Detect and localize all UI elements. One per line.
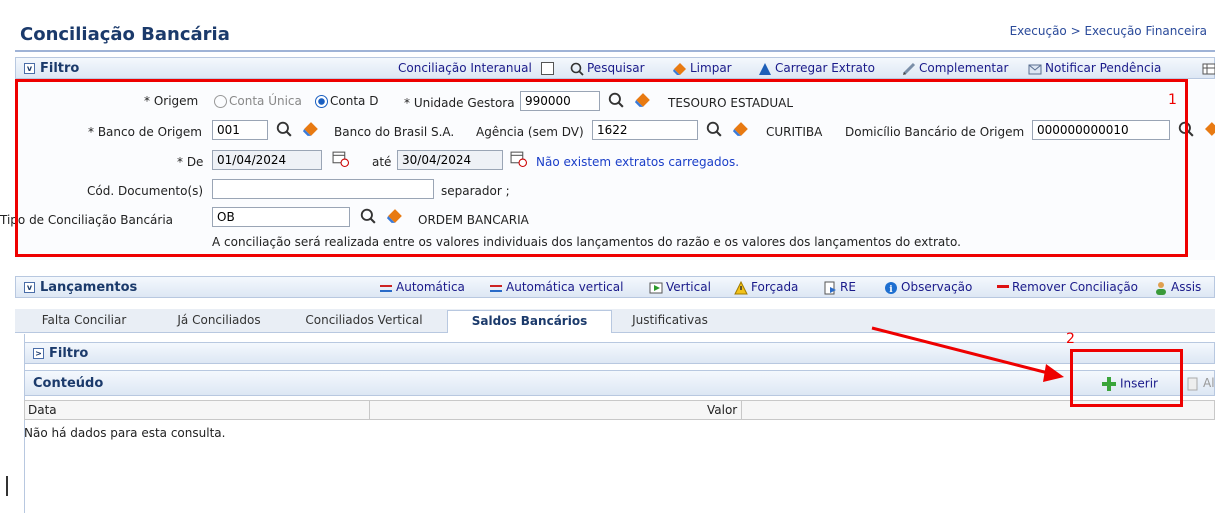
grid-arrow-icon (649, 282, 663, 293)
upload-icon (759, 62, 771, 75)
automatica-vertical-label: Automática vertical (506, 280, 624, 294)
chevron-down-icon: v (24, 282, 35, 293)
alter-button[interactable]: Al (1186, 376, 1215, 391)
automatica-button[interactable]: Automática (379, 280, 465, 295)
remover-conciliacao-button[interactable]: Remover Conciliação (997, 280, 1138, 294)
load-statement-button[interactable]: Carregar Extrato (758, 61, 875, 76)
alter-label: Al (1203, 376, 1215, 390)
notify-label: Notificar Pendência (1045, 61, 1162, 75)
automatica-label: Automática (396, 280, 465, 294)
empty-table-message: Não há dados para esta consulta. (24, 426, 226, 440)
column-divider (741, 401, 742, 419)
annotation-box-1 (15, 79, 1188, 257)
link-arrows-icon (380, 284, 392, 292)
filter-bar-label: Filtro (40, 61, 80, 76)
resize-handle[interactable] (6, 476, 8, 496)
lancamentos-toggle[interactable]: v Lançamentos (24, 280, 137, 295)
document-arrow-icon (824, 281, 836, 294)
re-button[interactable]: RE (823, 280, 856, 295)
vertical-button[interactable]: Vertical (649, 280, 711, 295)
tab-ja-conciliados[interactable]: Já Conciliados (158, 310, 280, 333)
search-label: Pesquisar (587, 61, 645, 75)
eraser-icon[interactable] (1203, 121, 1215, 137)
column-header-data[interactable]: Data (28, 403, 57, 417)
filter-toggle[interactable]: v Filtro (24, 61, 79, 76)
search-icon (570, 62, 584, 76)
conteudo-label: Conteúdo (33, 376, 104, 391)
complement-label: Complementar (919, 61, 1009, 75)
assis-label: Assis (1171, 280, 1202, 294)
vertical-label: Vertical (666, 280, 711, 294)
interanual-label: Conciliação Interanual (398, 61, 532, 75)
sub-filter-label: Filtro (49, 346, 89, 361)
lancamentos-label: Lançamentos (40, 280, 138, 295)
complement-button[interactable]: Complementar (902, 61, 1008, 76)
interanual-toggle[interactable]: Conciliação Interanual (398, 61, 557, 75)
remover-conciliacao-label: Remover Conciliação (1012, 280, 1139, 294)
edit-icon (1187, 377, 1198, 390)
chevron-down-icon: v (24, 63, 35, 74)
tab-justificativas[interactable]: Justificativas (614, 310, 726, 333)
page-title: Conciliação Bancária (20, 24, 230, 45)
column-header-valor[interactable]: Valor (707, 403, 737, 417)
table-icon (1202, 63, 1215, 74)
forcada-label: Forçada (751, 280, 799, 294)
load-statement-label: Carregar Extrato (775, 61, 875, 75)
automatica-vertical-button[interactable]: Automática vertical (489, 280, 623, 295)
svg-text:i: i (889, 285, 893, 295)
interanual-checkbox[interactable] (540, 62, 554, 75)
clear-button[interactable]: Limpar (673, 61, 732, 76)
re-label: RE (840, 280, 856, 294)
observacao-label: Observação (901, 280, 973, 294)
lancamentos-bar: v Lançamentos Automática Automática verti… (15, 276, 1215, 298)
table-icon-button[interactable] (1202, 61, 1215, 76)
title-divider (15, 50, 1215, 52)
filter-bar: v Filtro Conciliação Interanual Pesquisar… (15, 57, 1215, 79)
chevron-right-icon: > (33, 348, 44, 359)
user-icon (1156, 281, 1166, 295)
sub-filter-toggle[interactable]: > Filtro (33, 346, 88, 361)
tab-falta-conciliar[interactable]: Falta Conciliar (28, 310, 140, 333)
link-arrows-icon (490, 284, 502, 292)
warning-icon (734, 280, 748, 294)
tab-saldos-bancarios[interactable]: Saldos Bancários (447, 310, 612, 333)
table-header: Data Valor (24, 400, 1215, 420)
minus-icon (997, 284, 1009, 288)
pencil-icon (902, 62, 916, 75)
clear-label: Limpar (690, 61, 732, 75)
notify-button[interactable]: Notificar Pendência (1028, 61, 1161, 76)
mail-icon (1028, 64, 1042, 74)
column-divider (369, 401, 370, 419)
tab-conciliados-vertical[interactable]: Conciliados Vertical (290, 310, 438, 333)
eraser-icon (673, 62, 686, 75)
breadcrumb[interactable]: Execução > Execução Financeira (1010, 24, 1207, 38)
assis-button[interactable]: Assis (1154, 280, 1201, 295)
search-button[interactable]: Pesquisar (570, 61, 645, 76)
annotation-arrow (871, 326, 1064, 382)
info-icon: i (885, 281, 897, 295)
annotation-box-2 (1070, 349, 1183, 407)
observacao-button[interactable]: i Observação (884, 280, 972, 295)
annotation-number-1: 1 (1168, 92, 1177, 108)
forcada-button[interactable]: Forçada (734, 280, 798, 295)
